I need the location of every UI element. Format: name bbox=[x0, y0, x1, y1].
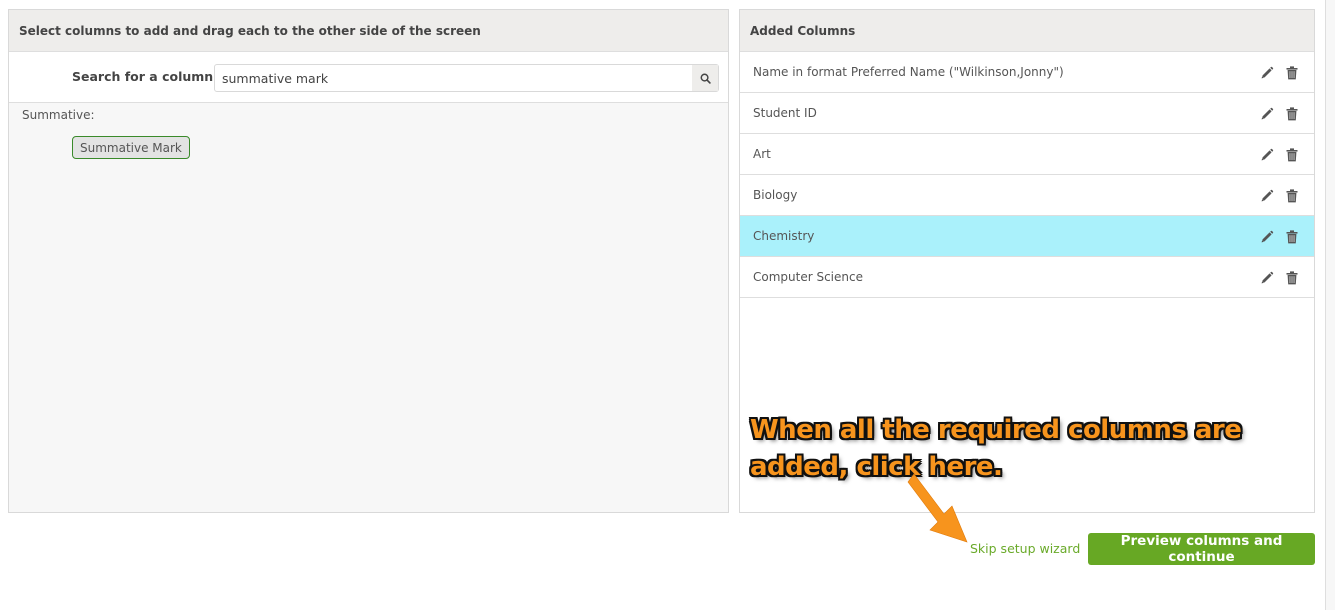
added-column-label: Biology bbox=[753, 188, 798, 202]
edit-button[interactable] bbox=[1259, 65, 1275, 81]
row-actions bbox=[1259, 147, 1300, 163]
added-column-label: Computer Science bbox=[753, 270, 863, 284]
delete-button[interactable] bbox=[1284, 106, 1300, 122]
available-columns-header: Select columns to add and drag each to t… bbox=[9, 10, 728, 52]
scrollbar-track[interactable] bbox=[1325, 0, 1335, 610]
row-actions bbox=[1259, 270, 1300, 286]
column-search-input[interactable] bbox=[215, 65, 692, 91]
edit-button[interactable] bbox=[1259, 188, 1275, 204]
skip-setup-wizard-link[interactable]: Skip setup wizard bbox=[970, 541, 1080, 556]
row-actions bbox=[1259, 188, 1300, 204]
added-columns-list: Name in format Preferred Name ("Wilkinso… bbox=[740, 52, 1314, 298]
search-button[interactable] bbox=[692, 65, 718, 91]
edit-button[interactable] bbox=[1259, 270, 1275, 286]
delete-button[interactable] bbox=[1284, 270, 1300, 286]
delete-button[interactable] bbox=[1284, 229, 1300, 245]
added-column-label: Name in format Preferred Name ("Wilkinso… bbox=[753, 65, 1064, 79]
added-column-row[interactable]: Computer Science bbox=[740, 257, 1314, 298]
row-actions bbox=[1259, 65, 1300, 81]
pencil-icon bbox=[1261, 230, 1274, 243]
trash-icon bbox=[1286, 107, 1298, 121]
trash-icon bbox=[1286, 271, 1298, 285]
pencil-icon bbox=[1261, 107, 1274, 120]
added-column-label: Chemistry bbox=[753, 229, 815, 243]
search-row: Search for a column: bbox=[9, 52, 728, 103]
annotation-arrow-icon bbox=[907, 473, 968, 543]
delete-button[interactable] bbox=[1284, 65, 1300, 81]
added-column-row[interactable]: Student ID bbox=[740, 93, 1314, 134]
pencil-icon bbox=[1261, 189, 1274, 202]
trash-icon bbox=[1286, 230, 1298, 244]
added-column-row[interactable]: Name in format Preferred Name ("Wilkinso… bbox=[740, 52, 1314, 93]
row-actions bbox=[1259, 229, 1300, 245]
preview-columns-continue-button[interactable]: Preview columns and continue bbox=[1088, 533, 1315, 565]
edit-button[interactable] bbox=[1259, 147, 1275, 163]
delete-button[interactable] bbox=[1284, 147, 1300, 163]
search-box bbox=[214, 64, 719, 92]
pencil-icon bbox=[1261, 66, 1274, 79]
added-column-row[interactable]: Chemistry bbox=[740, 216, 1314, 257]
pencil-icon bbox=[1261, 148, 1274, 161]
added-column-label: Art bbox=[753, 147, 771, 161]
delete-button[interactable] bbox=[1284, 188, 1300, 204]
edit-button[interactable] bbox=[1259, 229, 1275, 245]
available-columns-panel: Select columns to add and drag each to t… bbox=[8, 9, 729, 513]
pencil-icon bbox=[1261, 271, 1274, 284]
added-column-label: Student ID bbox=[753, 106, 817, 120]
row-actions bbox=[1259, 106, 1300, 122]
search-icon bbox=[700, 73, 711, 84]
edit-button[interactable] bbox=[1259, 106, 1275, 122]
trash-icon bbox=[1286, 189, 1298, 203]
annotation-line-1: When all the required columns are bbox=[750, 415, 1242, 445]
annotation-line-2: added, click here. bbox=[750, 452, 1003, 482]
added-columns-header: Added Columns bbox=[740, 10, 1314, 52]
added-column-row[interactable]: Art bbox=[740, 134, 1314, 175]
search-label: Search for a column: bbox=[72, 69, 219, 84]
trash-icon bbox=[1286, 66, 1298, 80]
added-column-row[interactable]: Biology bbox=[740, 175, 1314, 216]
available-column-chip[interactable]: Summative Mark bbox=[72, 136, 190, 159]
trash-icon bbox=[1286, 148, 1298, 162]
group-label-summative: Summative: bbox=[22, 108, 95, 122]
instruction-annotation: When all the required columns are added,… bbox=[750, 412, 1270, 486]
